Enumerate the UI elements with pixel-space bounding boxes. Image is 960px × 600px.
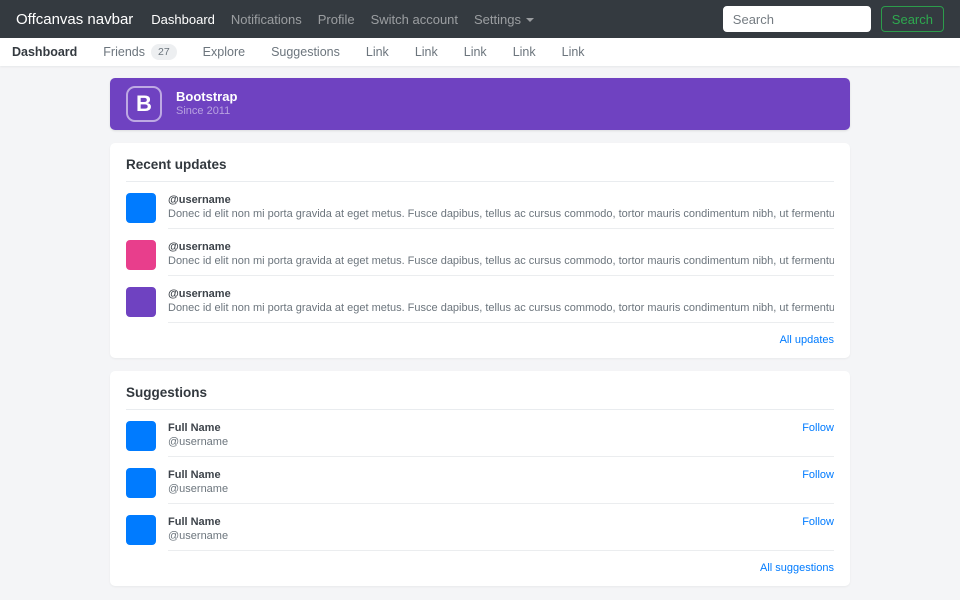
search-input[interactable] — [723, 6, 871, 32]
suggestion-body: Full Name @username Follow — [168, 512, 834, 551]
secondary-navbar: Dashboard Friends27 Explore Suggestions … — [0, 38, 960, 66]
subnav-item-dashboard[interactable]: Dashboard — [12, 45, 90, 59]
navbar-search-form: Search — [723, 6, 944, 32]
suggestion-username: @username — [168, 436, 802, 448]
caret-down-icon — [526, 18, 534, 22]
banner-subtitle: Since 2011 — [176, 105, 237, 119]
bootstrap-logo-icon: B — [126, 86, 162, 122]
subnav-item-link-2[interactable]: Link — [402, 45, 451, 59]
suggestion-body: Full Name @username Follow — [168, 418, 834, 457]
suggestion-item: Full Name @username Follow — [126, 504, 834, 551]
nav-item-settings[interactable]: Settings — [466, 12, 542, 27]
update-item: @username Donec id elit non mi porta gra… — [126, 276, 834, 323]
update-username: @username — [168, 288, 834, 300]
avatar — [126, 193, 156, 223]
update-item: @username Donec id elit non mi porta gra… — [126, 182, 834, 229]
follow-button[interactable]: Follow — [802, 422, 834, 434]
suggestion-name: Full Name — [168, 422, 802, 434]
navbar-nav: Dashboard Notifications Profile Switch a… — [143, 12, 542, 27]
friends-count-badge: 27 — [151, 44, 177, 60]
banner-text: Bootstrap Since 2011 — [176, 89, 237, 119]
update-body: @username Donec id elit non mi porta gra… — [168, 237, 834, 276]
avatar — [126, 515, 156, 545]
nav-item-switch-account[interactable]: Switch account — [363, 12, 466, 27]
nav-item-notifications[interactable]: Notifications — [223, 12, 310, 27]
update-username: @username — [168, 194, 834, 206]
avatar — [126, 421, 156, 451]
friends-label: Friends — [103, 45, 145, 59]
subnav-item-link-1[interactable]: Link — [353, 45, 402, 59]
banner-title: Bootstrap — [176, 89, 237, 105]
update-text: Donec id elit non mi porta gravida at eg… — [168, 302, 834, 314]
update-item: @username Donec id elit non mi porta gra… — [126, 229, 834, 276]
avatar — [126, 240, 156, 270]
suggestion-body: Full Name @username Follow — [168, 465, 834, 504]
update-body: @username Donec id elit non mi porta gra… — [168, 284, 834, 323]
suggestion-name: Full Name — [168, 469, 802, 481]
update-text: Donec id elit non mi porta gravida at eg… — [168, 255, 834, 267]
suggestion-name: Full Name — [168, 516, 802, 528]
main-content: B Bootstrap Since 2011 Recent updates @u… — [110, 78, 850, 586]
top-navbar: Offcanvas navbar Dashboard Notifications… — [0, 0, 960, 38]
navbar-brand[interactable]: Offcanvas navbar — [16, 11, 133, 28]
suggestion-person: Full Name @username — [168, 516, 802, 542]
suggestion-username: @username — [168, 483, 802, 495]
avatar — [126, 287, 156, 317]
suggestions-title: Suggestions — [126, 385, 834, 410]
update-body: @username Donec id elit non mi porta gra… — [168, 190, 834, 229]
follow-button[interactable]: Follow — [802, 469, 834, 481]
update-username: @username — [168, 241, 834, 253]
avatar — [126, 468, 156, 498]
nav-settings-label: Settings — [474, 12, 521, 27]
suggestion-username: @username — [168, 530, 802, 542]
nav-item-profile[interactable]: Profile — [310, 12, 363, 27]
suggestions-card: Suggestions Full Name @username Follow F… — [110, 371, 850, 586]
recent-updates-card: Recent updates @username Donec id elit n… — [110, 143, 850, 358]
subnav-item-link-5[interactable]: Link — [549, 45, 598, 59]
subnav-item-link-3[interactable]: Link — [451, 45, 500, 59]
follow-button[interactable]: Follow — [802, 516, 834, 528]
bootstrap-banner: B Bootstrap Since 2011 — [110, 78, 850, 130]
search-button[interactable]: Search — [881, 6, 944, 32]
subnav-item-explore[interactable]: Explore — [190, 45, 258, 59]
subnav-item-suggestions[interactable]: Suggestions — [258, 45, 353, 59]
suggestion-item: Full Name @username Follow — [126, 410, 834, 457]
all-updates-link[interactable]: All updates — [126, 334, 834, 346]
suggestion-person: Full Name @username — [168, 469, 802, 495]
all-suggestions-link[interactable]: All suggestions — [126, 562, 834, 574]
subnav-item-friends[interactable]: Friends 27 — [90, 44, 189, 60]
suggestion-item: Full Name @username Follow — [126, 457, 834, 504]
update-text: Donec id elit non mi porta gravida at eg… — [168, 208, 834, 220]
suggestion-person: Full Name @username — [168, 422, 802, 448]
subnav-item-link-4[interactable]: Link — [500, 45, 549, 59]
recent-updates-title: Recent updates — [126, 157, 834, 182]
nav-item-dashboard[interactable]: Dashboard — [143, 12, 223, 27]
